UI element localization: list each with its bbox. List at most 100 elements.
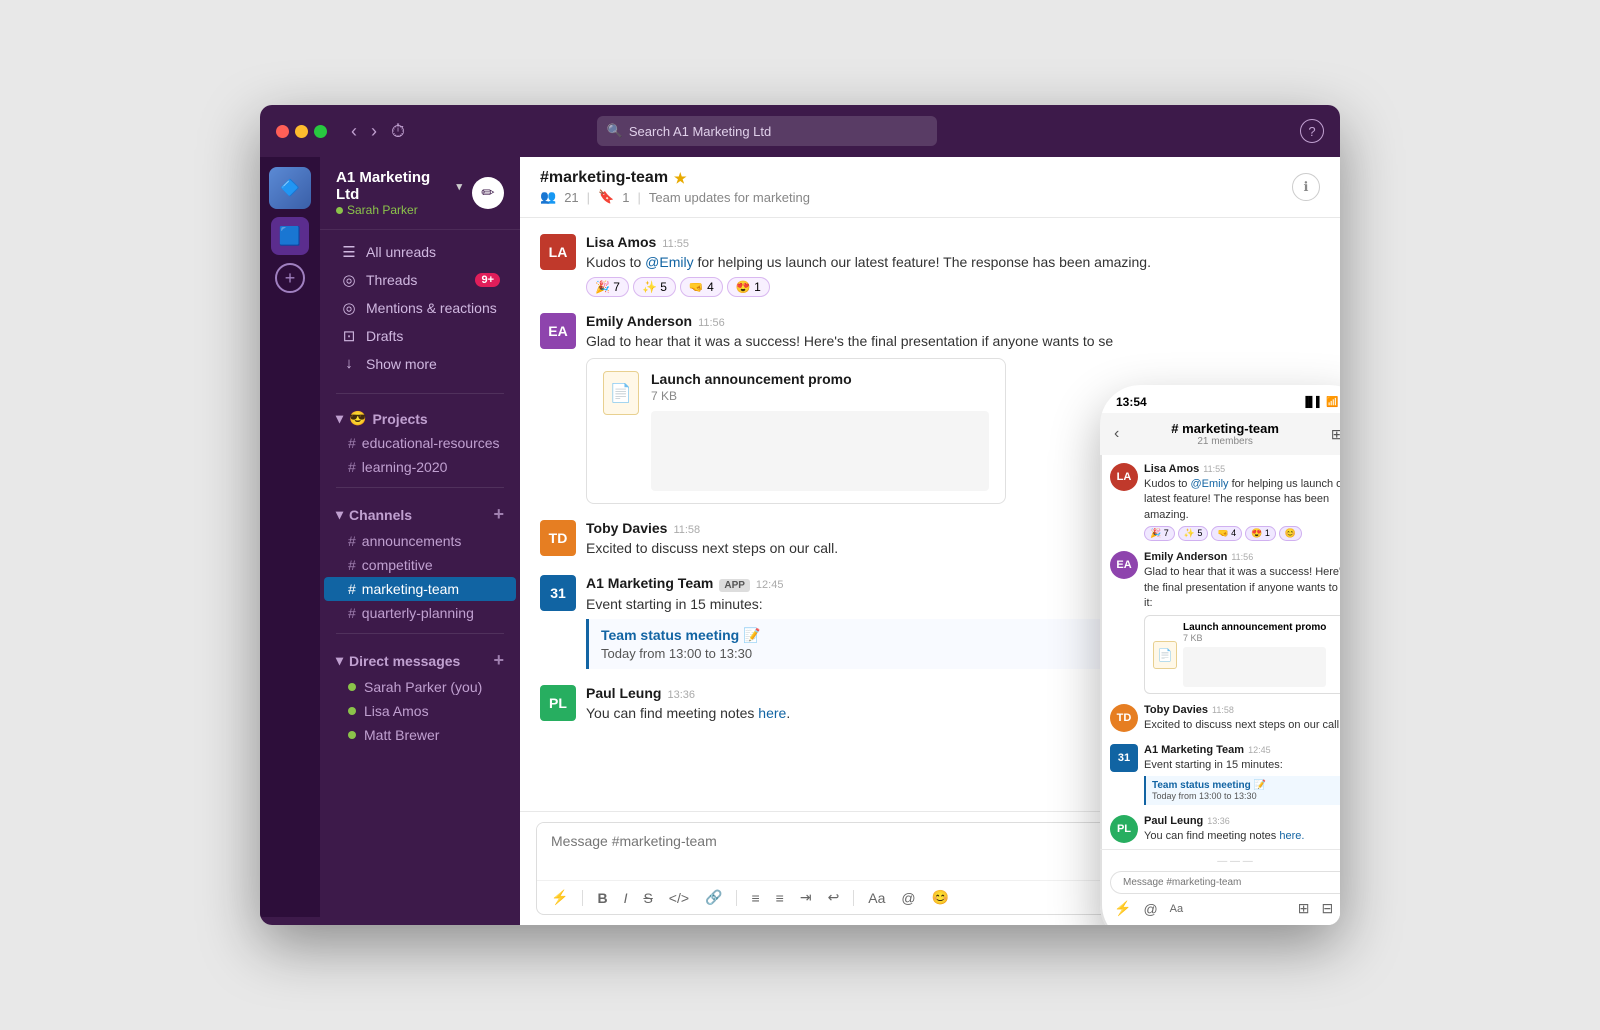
ordered-list-button[interactable]: ≡ [747,888,763,908]
link-button[interactable]: 🔗 [701,887,726,908]
phone-msg-header: Emily Anderson 11:56 [1144,551,1340,563]
unordered-list-button[interactable]: ≡ [772,888,788,908]
phone-reaction[interactable]: 🤜 4 [1211,526,1242,541]
phone-text-button[interactable]: Aa [1170,903,1183,915]
add-channel-button[interactable]: + [493,504,504,525]
back-button[interactable]: ‹ [347,118,361,144]
phone-lightning-button[interactable]: ⚡ [1114,900,1131,917]
phone-event: Team status meeting 📝 Today from 13:00 t… [1144,776,1340,805]
meeting-notes-link[interactable]: here [758,705,786,721]
channel-name: competitive [362,557,433,573]
channel-learning-2020[interactable]: # learning-2020 [320,455,520,479]
phone-channel-sub: 21 members [1171,436,1279,447]
phone-mention-button[interactable]: @ [1143,901,1157,917]
hash-icon: # [348,533,356,549]
forward-button[interactable]: › [367,118,381,144]
show-more-icon: ↓ [340,355,358,372]
chevron-icon: ▾ [336,652,343,669]
add-workspace-button[interactable]: + [275,263,305,293]
workspace-name[interactable]: A1 Marketing Ltd ▾ [336,169,462,203]
hash-icon: # [348,459,356,475]
text-format-button[interactable]: Aa [864,888,889,908]
phone-back-button[interactable]: ‹ [1114,425,1119,443]
mention-button[interactable]: @ [897,888,919,908]
compose-button[interactable]: ✏ [472,177,504,209]
maximize-button[interactable] [314,125,327,138]
reaction[interactable]: 😍 1 [727,277,770,297]
dm-section-header[interactable]: ▾ Direct messages + [320,642,520,675]
phone-file-attachment[interactable]: 📄 Launch announcement promo 7 KB [1144,615,1340,694]
strikethrough-button[interactable]: S [639,888,656,908]
hash-icon: # [348,581,356,597]
divider-1 [336,393,504,394]
channel-competitive[interactable]: # competitive [320,553,520,577]
lightning-button[interactable]: ⚡ [547,887,572,908]
phone-message-content: Toby Davies 11:58 Excited to discuss nex… [1144,704,1340,733]
channel-quarterly-planning[interactable]: # quarterly-planning [320,601,520,625]
workspace-icon[interactable]: 🔷 [269,167,311,209]
phone-audio-button[interactable]: ⊞ [1298,900,1310,917]
sidebar-item-show-more[interactable]: ↓ Show more [324,350,516,377]
dm-lisa-amos[interactable]: Lisa Amos [320,699,520,723]
channel-educational-resources[interactable]: # educational-resources [320,431,520,455]
phone-search-icon[interactable]: ⊞ [1331,426,1340,443]
dm-sarah-parker[interactable]: Sarah Parker (you) [320,675,520,699]
sidebar-item-all-unreads[interactable]: ☰ All unreads [324,238,516,266]
phone-message-input[interactable] [1110,871,1340,894]
message-time: 11:58 [673,524,700,536]
phone-sender-name: Emily Anderson [1144,551,1227,563]
file-attachment[interactable]: 📄 Launch announcement promo 7 KB [586,358,1006,504]
file-preview [651,411,989,491]
second-workspace[interactable]: 🟦 [271,217,309,255]
dm-matt-brewer[interactable]: Matt Brewer [320,723,520,747]
avatar: LA [540,234,576,270]
channel-announcements[interactable]: # announcements [320,529,520,553]
add-dm-button[interactable]: + [493,650,504,671]
channel-marketing-team[interactable]: # marketing-team [324,577,516,601]
reaction[interactable]: 🤜 4 [680,277,723,297]
search-placeholder: Search A1 Marketing Ltd [629,124,771,139]
close-button[interactable] [276,125,289,138]
sidebar-item-mentions[interactable]: ◎ Mentions & reactions [324,294,516,322]
italic-button[interactable]: I [620,888,632,908]
phone-messages: LA Lisa Amos 11:55 Kudos to @Emily for h… [1100,455,1340,849]
phone-reaction[interactable]: 🎉 7 [1144,526,1175,541]
phone-sender-name: Lisa Amos [1144,463,1199,475]
emoji-button[interactable]: 😊 [928,887,953,908]
message-time: 12:45 [756,579,784,591]
meta-divider-2: | [637,190,640,205]
phone-avatar: EA [1110,551,1138,579]
phone-reaction[interactable]: 😊 [1279,526,1302,541]
phone-video-button[interactable]: ⊟ [1321,900,1333,917]
sidebar-item-drafts[interactable]: ⊡ Drafts [324,322,516,350]
minimize-button[interactable] [295,125,308,138]
reaction[interactable]: ✨ 5 [633,277,676,297]
reactions: 🎉 7 ✨ 5 🤜 4 😍 1 [586,277,1320,297]
star-icon[interactable]: ★ [674,170,687,187]
message-time: 13:36 [667,689,695,701]
search-bar[interactable]: 🔍 Search A1 Marketing Ltd [597,116,937,146]
reaction[interactable]: 🎉 7 [586,277,629,297]
phone-link[interactable]: here. [1279,830,1304,842]
file-size: 7 KB [651,389,989,403]
phone-sender-name: A1 Marketing Team [1144,744,1244,756]
help-button[interactable]: ? [1300,119,1324,143]
message-time: 11:55 [662,238,689,250]
sender-name: A1 Marketing Team [586,575,713,591]
online-dot [348,707,356,715]
sidebar-item-threads[interactable]: ◎ Threads 9+ [324,266,516,294]
chevron-icon: ▾ [336,506,343,523]
channels-section-header[interactable]: ▾ Channels + [320,496,520,529]
format-button[interactable]: ↩ [824,887,844,908]
phone-reaction[interactable]: 😍 1 [1245,526,1276,541]
phone-reaction[interactable]: ✨ 5 [1178,526,1209,541]
history-button[interactable]: ⏱ [387,118,409,144]
indent-button[interactable]: ⇥ [796,887,816,908]
message-header: Emily Anderson 11:56 [586,313,1320,329]
code-button[interactable]: </> [665,888,693,908]
projects-section-header[interactable]: ▾ 😎 Projects [320,402,520,431]
channel-info-button[interactable]: ℹ [1292,173,1320,201]
phone-msg-time: 11:58 [1212,705,1234,715]
workspace-user: Sarah Parker [336,203,462,217]
bold-button[interactable]: B [593,888,611,908]
